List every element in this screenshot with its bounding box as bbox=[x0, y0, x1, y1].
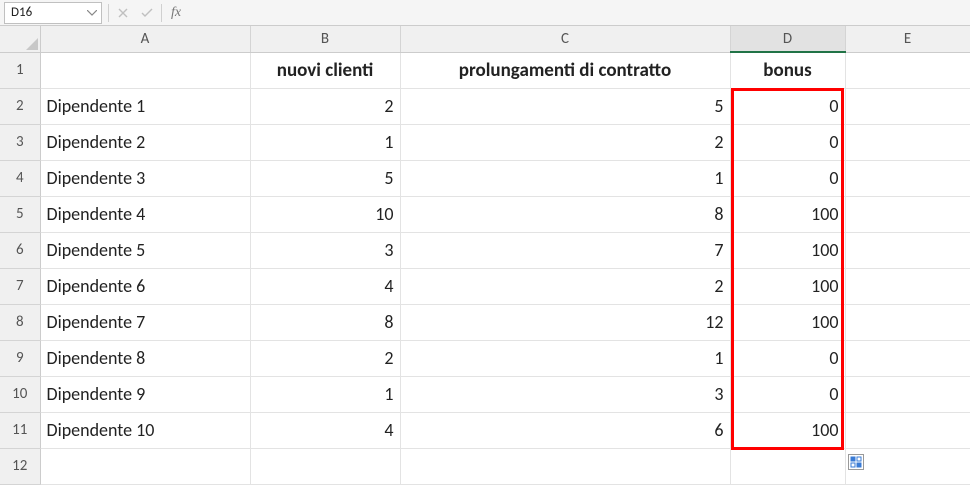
cancel-icon bbox=[111, 2, 135, 24]
cell-A10[interactable]: Dipendente 9 bbox=[40, 376, 250, 412]
cell-B1[interactable]: nuovi clienti bbox=[250, 52, 400, 88]
cell-C3[interactable]: 2 bbox=[400, 124, 730, 160]
cell-A3[interactable]: Dipendente 2 bbox=[40, 124, 250, 160]
row-header[interactable]: 9 bbox=[0, 340, 40, 376]
row-header[interactable]: 6 bbox=[0, 232, 40, 268]
cell-D3[interactable]: 0 bbox=[730, 124, 845, 160]
cell-C12[interactable] bbox=[400, 448, 730, 484]
row-header[interactable]: 8 bbox=[0, 304, 40, 340]
select-all-corner[interactable] bbox=[0, 26, 40, 52]
cell-A11[interactable]: Dipendente 10 bbox=[40, 412, 250, 448]
name-box-value: D16 bbox=[11, 5, 32, 20]
row-header[interactable]: 2 bbox=[0, 88, 40, 124]
row-header[interactable]: 1 bbox=[0, 52, 40, 88]
confirm-icon bbox=[135, 2, 159, 24]
cell-C9[interactable]: 1 bbox=[400, 340, 730, 376]
cell-D12[interactable] bbox=[730, 448, 845, 484]
col-header-E[interactable]: E bbox=[845, 26, 970, 52]
cell-D8[interactable]: 100 bbox=[730, 304, 845, 340]
cell-B6[interactable]: 3 bbox=[250, 232, 400, 268]
cell-E11[interactable] bbox=[845, 412, 970, 448]
cell-A8[interactable]: Dipendente 7 bbox=[40, 304, 250, 340]
cell-D7[interactable]: 100 bbox=[730, 268, 845, 304]
cell-B4[interactable]: 5 bbox=[250, 160, 400, 196]
cell-E7[interactable] bbox=[845, 268, 970, 304]
cell-C1[interactable]: prolungamenti di contratto bbox=[400, 52, 730, 88]
cell-A6[interactable]: Dipendente 5 bbox=[40, 232, 250, 268]
cell-C5[interactable]: 8 bbox=[400, 196, 730, 232]
row-header[interactable]: 11 bbox=[0, 412, 40, 448]
cell-C10[interactable]: 3 bbox=[400, 376, 730, 412]
autofill-options-icon[interactable] bbox=[848, 454, 864, 470]
row-header[interactable]: 5 bbox=[0, 196, 40, 232]
cell-D4[interactable]: 0 bbox=[730, 160, 845, 196]
col-header-D[interactable]: D bbox=[730, 26, 845, 52]
cell-E10[interactable] bbox=[845, 376, 970, 412]
formula-bar: D16 fx bbox=[0, 0, 970, 26]
cell-A4[interactable]: Dipendente 3 bbox=[40, 160, 250, 196]
cell-D2[interactable]: 0 bbox=[730, 88, 845, 124]
cell-C4[interactable]: 1 bbox=[400, 160, 730, 196]
cell-C2[interactable]: 5 bbox=[400, 88, 730, 124]
cell-A9[interactable]: Dipendente 8 bbox=[40, 340, 250, 376]
chevron-down-icon[interactable] bbox=[85, 6, 99, 20]
cell-E8[interactable] bbox=[845, 304, 970, 340]
cell-D6[interactable]: 100 bbox=[730, 232, 845, 268]
cell-E1[interactable] bbox=[845, 52, 970, 88]
cell-E4[interactable] bbox=[845, 160, 970, 196]
cell-E2[interactable] bbox=[845, 88, 970, 124]
cell-B12[interactable] bbox=[250, 448, 400, 484]
cell-A7[interactable]: Dipendente 6 bbox=[40, 268, 250, 304]
cell-B3[interactable]: 1 bbox=[250, 124, 400, 160]
cell-A2[interactable]: Dipendente 1 bbox=[40, 88, 250, 124]
col-header-C[interactable]: C bbox=[400, 26, 730, 52]
row-header[interactable]: 3 bbox=[0, 124, 40, 160]
separator bbox=[161, 4, 162, 22]
cell-E6[interactable] bbox=[845, 232, 970, 268]
row-header[interactable]: 7 bbox=[0, 268, 40, 304]
cell-C11[interactable]: 6 bbox=[400, 412, 730, 448]
row-header[interactable]: 4 bbox=[0, 160, 40, 196]
cell-C8[interactable]: 12 bbox=[400, 304, 730, 340]
cell-B8[interactable]: 8 bbox=[250, 304, 400, 340]
fx-icon[interactable]: fx bbox=[164, 2, 188, 24]
cell-D10[interactable]: 0 bbox=[730, 376, 845, 412]
cell-D9[interactable]: 0 bbox=[730, 340, 845, 376]
cell-E9[interactable] bbox=[845, 340, 970, 376]
cell-B7[interactable]: 4 bbox=[250, 268, 400, 304]
col-header-B[interactable]: B bbox=[250, 26, 400, 52]
cell-B2[interactable]: 2 bbox=[250, 88, 400, 124]
cell-C7[interactable]: 2 bbox=[400, 268, 730, 304]
separator bbox=[108, 4, 109, 22]
cell-D1[interactable]: bonus bbox=[730, 52, 845, 88]
col-header-A[interactable]: A bbox=[40, 26, 250, 52]
cell-A1[interactable] bbox=[40, 52, 250, 88]
fx-label: fx bbox=[171, 5, 181, 21]
cell-E3[interactable] bbox=[845, 124, 970, 160]
cell-B9[interactable]: 2 bbox=[250, 340, 400, 376]
row-header[interactable]: 10 bbox=[0, 376, 40, 412]
cell-A12[interactable] bbox=[40, 448, 250, 484]
cell-E5[interactable] bbox=[845, 196, 970, 232]
spreadsheet: A B C D E 1 nuovi clienti prolungamenti … bbox=[0, 26, 970, 485]
cell-B11[interactable]: 4 bbox=[250, 412, 400, 448]
cell-A5[interactable]: Dipendente 4 bbox=[40, 196, 250, 232]
formula-input[interactable] bbox=[188, 2, 970, 24]
cell-B5[interactable]: 10 bbox=[250, 196, 400, 232]
name-box[interactable]: D16 bbox=[4, 2, 102, 24]
cell-D11[interactable]: 100 bbox=[730, 412, 845, 448]
cell-B10[interactable]: 1 bbox=[250, 376, 400, 412]
cell-C6[interactable]: 7 bbox=[400, 232, 730, 268]
row-header[interactable]: 12 bbox=[0, 448, 40, 484]
cell-D5[interactable]: 100 bbox=[730, 196, 845, 232]
